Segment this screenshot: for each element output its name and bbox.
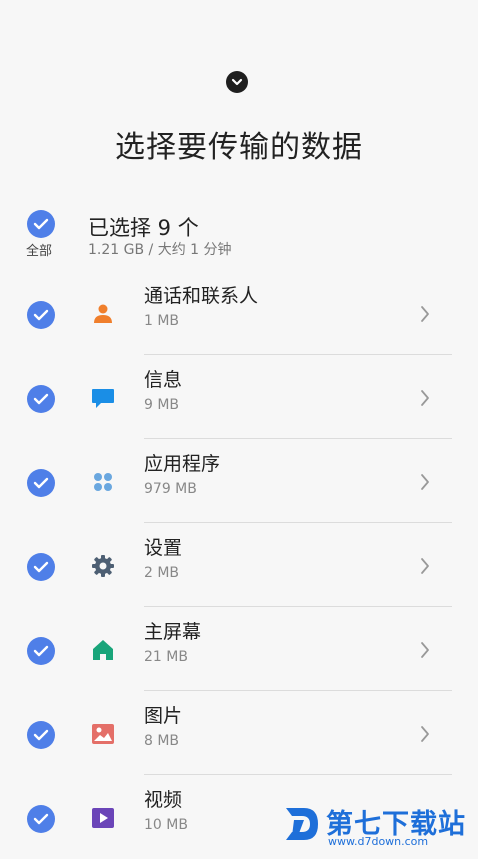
category-size: 1 MB — [144, 313, 180, 329]
select-all-label[interactable]: 全部 — [26, 240, 52, 259]
chevron-right-icon[interactable] — [419, 388, 431, 408]
select-all-checkbox[interactable] — [27, 210, 55, 238]
image-icon — [92, 724, 114, 744]
category-checkbox[interactable] — [27, 805, 55, 833]
category-size: 21 MB — [144, 649, 188, 665]
category-row-pictures[interactable]: 图片 8 MB — [0, 691, 478, 775]
chevron-right-icon[interactable] — [419, 640, 431, 660]
video-icon — [92, 808, 114, 828]
apps-icon — [94, 473, 112, 491]
category-row-apps[interactable]: 应用程序 979 MB — [0, 439, 478, 523]
category-name: 通话和联系人 — [144, 285, 259, 307]
category-name: 信息 — [144, 369, 183, 391]
category-checkbox[interactable] — [27, 721, 55, 749]
category-size: 8 MB — [144, 733, 180, 749]
category-row-settings[interactable]: 设置 2 MB — [0, 523, 478, 607]
category-checkbox[interactable] — [27, 553, 55, 581]
category-name: 视频 — [144, 789, 183, 811]
gear-icon — [92, 555, 114, 577]
category-size: 10 MB — [144, 817, 188, 833]
category-name: 图片 — [144, 705, 183, 727]
category-row-messages[interactable]: 信息 9 MB — [0, 355, 478, 439]
category-name: 主屏幕 — [144, 621, 202, 643]
selection-count: 已选择 9 个 — [88, 216, 199, 240]
chevron-down-circle-icon[interactable] — [226, 71, 248, 93]
category-checkbox[interactable] — [27, 469, 55, 497]
category-size: 9 MB — [144, 397, 180, 413]
watermark-url: www.d7down.com — [328, 835, 429, 848]
chevron-right-icon[interactable] — [419, 724, 431, 744]
category-checkbox[interactable] — [27, 385, 55, 413]
category-checkbox[interactable] — [27, 301, 55, 329]
person-icon — [94, 304, 112, 323]
page-title: 选择要传输的数据 — [115, 130, 363, 165]
home-icon — [93, 640, 113, 660]
chevron-right-icon[interactable] — [419, 556, 431, 576]
chevron-right-icon[interactable] — [419, 304, 431, 324]
watermark: 第七下载站 www.d7down.com — [282, 802, 472, 848]
category-size: 2 MB — [144, 565, 180, 581]
category-row-home-screen[interactable]: 主屏幕 21 MB — [0, 607, 478, 691]
message-icon — [92, 389, 114, 408]
category-checkbox[interactable] — [27, 637, 55, 665]
category-size: 979 MB — [144, 481, 197, 497]
selection-summary: 1.21 GB / 大约 1 分钟 — [88, 242, 232, 258]
category-row-contacts[interactable]: 通话和联系人 1 MB — [0, 271, 478, 355]
category-name: 设置 — [144, 537, 183, 559]
chevron-right-icon[interactable] — [419, 472, 431, 492]
category-name: 应用程序 — [144, 453, 221, 475]
watermark-logo-icon — [286, 808, 318, 840]
